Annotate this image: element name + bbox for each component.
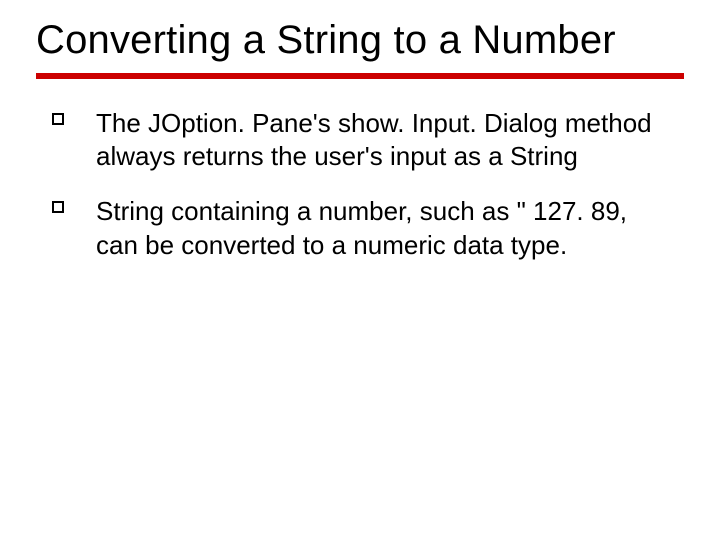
title-underline [36,73,684,79]
slide-title: Converting a String to a Number [36,18,684,63]
square-bullet-icon [52,201,64,213]
slide: Converting a String to a Number The JOpt… [0,0,720,540]
list-item: String containing a number, such as " 12… [52,195,676,262]
bullet-text: String containing a number, such as " 12… [96,196,627,259]
list-item: The JOption. Pane's show. Input. Dialog … [52,107,676,174]
square-bullet-icon [52,113,64,125]
bullet-list: The JOption. Pane's show. Input. Dialog … [36,107,684,262]
bullet-text: The JOption. Pane's show. Input. Dialog … [96,108,652,171]
